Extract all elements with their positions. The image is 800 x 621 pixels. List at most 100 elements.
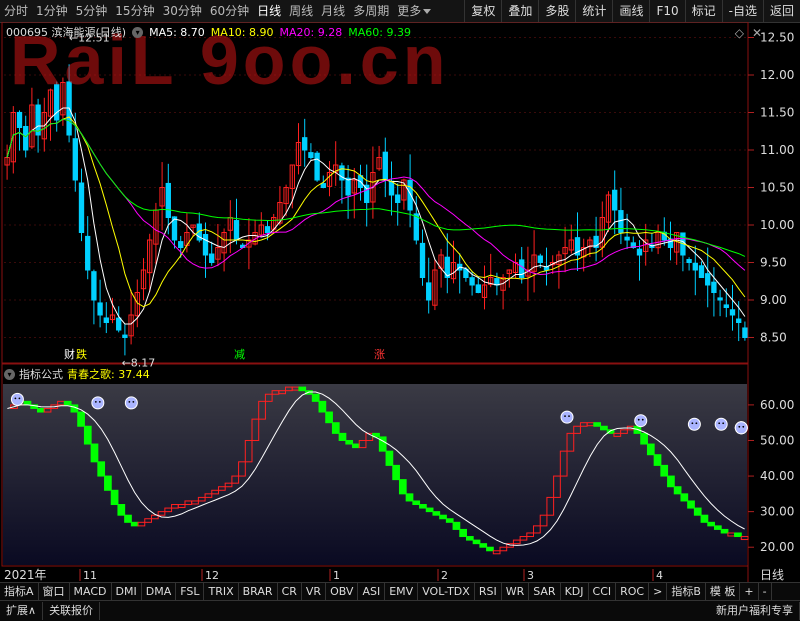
candle-body [475,284,481,293]
indicator-formula-title[interactable]: 指标公式 [19,366,63,382]
period-tab-3[interactable]: 15分钟 [111,0,158,22]
toolbar-button-2[interactable]: 多股 [538,0,575,22]
candle-body [537,255,543,263]
indicator-tab-20[interactable]: > [649,583,668,600]
candle-body [736,318,742,324]
indicator-tab-19[interactable]: ROC [616,583,650,600]
indicator-tab-12[interactable]: EMV [385,583,419,600]
candle-body [382,151,388,181]
period-tab-1[interactable]: 1分钟 [32,0,72,22]
period-tab-10[interactable]: 更多 [393,0,435,22]
status-item-0[interactable]: 扩展∧ [0,602,44,620]
period-tab-8[interactable]: 月线 [317,0,349,22]
indicator-tab-15[interactable]: WR [502,583,530,600]
indicator-tab-3[interactable]: DMI [112,583,142,600]
period-tab-7[interactable]: 周线 [285,0,317,22]
status-item-1[interactable]: 关联报价 [43,602,101,620]
face-eye [637,418,640,421]
indicator-block [693,507,702,516]
toolbar-button-5[interactable]: F10 [649,0,684,22]
candle-body [407,179,413,211]
candle-body [692,262,698,271]
diamond-icon[interactable]: ◇ [735,26,744,40]
indicator-block [640,432,648,445]
indicator-block [713,525,722,530]
candle-body [705,273,711,286]
face-eye [132,401,135,403]
indicator-block [673,486,682,495]
indicator-tab-22[interactable]: 模 板 [706,583,741,600]
indicator-tab-11[interactable]: ASI [358,583,386,600]
toolbar-button-4[interactable]: 画线 [612,0,649,22]
indicator-block [405,493,414,502]
indicator-tab-16[interactable]: SAR [529,583,561,600]
toolbar-button-1[interactable]: 叠加 [501,0,538,22]
indicator-tab-18[interactable]: CCI [589,583,617,600]
indicator-tab-1[interactable]: 窗口 [39,583,70,600]
month-label-5: 4 [656,569,663,582]
indicator-block [352,443,360,449]
toolbar-button-3[interactable]: 统计 [575,0,612,22]
indicator-tab-6[interactable]: TRIX [204,583,239,600]
year-label: 2021年 [4,568,47,582]
period-tab-6[interactable]: 日线 [253,0,285,22]
indicator-tab-10[interactable]: OBV [326,583,359,600]
indicator-tab-5[interactable]: FSL [176,583,205,600]
indicator-tab-23[interactable]: + [740,583,759,600]
indicator-menu-icon[interactable]: ▾ [4,368,15,380]
price-tick-label: 9.50 [760,256,787,270]
candle-body [711,281,717,293]
indicator-tab-9[interactable]: VR [302,583,327,600]
indicator-tab-24[interactable]: - [759,583,772,600]
period-tab-9[interactable]: 多周期 [349,0,393,22]
indicator-block [425,507,434,513]
face-eye [722,422,725,425]
face-icon [714,417,728,431]
indicator-tab-8[interactable]: CR [278,583,302,600]
indicator-block [392,464,400,481]
toolbar-button-6[interactable]: 标记 [684,0,722,22]
indicator-block [653,454,662,466]
indicator-tab-7[interactable]: BRAR [239,583,278,600]
indicator-block [398,479,407,495]
candle-body [686,259,692,263]
indicator-tab-17[interactable]: KDJ [561,583,589,600]
indicator-tab-2[interactable]: MACD [70,583,112,600]
indicator-block [23,400,32,406]
candle-body [308,152,314,158]
indicator-block [687,500,695,509]
toolbar-button-7[interactable]: -自选 [721,0,763,22]
ma-settings-icon[interactable]: ▾ [132,26,144,38]
candle-body [209,253,215,263]
toolbar-button-0[interactable]: 复权 [464,0,501,22]
indicator-tab-13[interactable]: VOL-TDX [418,583,475,600]
face-icon [734,421,748,435]
period-tab-0[interactable]: 分时 [0,0,32,22]
main-chart[interactable]: 8.50 9.00 9.50 10.00 10.50 11.00 11.50 12.00 12.… [0,22,800,582]
candle-body [16,111,23,128]
candle-body [388,180,395,196]
candle-body [302,137,308,151]
month-label-2: 1 [333,569,340,582]
indicator-tab-0[interactable]: 指标A [0,583,39,600]
toolbar-button-8[interactable]: 返回 [762,0,800,22]
face-eye [18,397,21,400]
close-icon[interactable]: ✕ [752,26,762,40]
candle-body [91,271,97,301]
candle-body [395,194,401,204]
status-item-2[interactable]: 新用户福利专享 [710,602,800,620]
indicator-block [318,400,327,413]
indicator-block [486,546,494,552]
period-tab-4[interactable]: 30分钟 [159,0,206,22]
candle-body [723,304,729,308]
ma-legend-2: MA20: 9.28 [279,25,343,39]
indicator-tab-4[interactable]: DMA [142,583,177,600]
indicator-block [667,475,675,488]
period-tab-2[interactable]: 5分钟 [72,0,112,22]
period-tab-5[interactable]: 60分钟 [206,0,253,22]
face-icon [10,392,24,406]
ma-legend-0: MA5: 8.70 [149,25,205,39]
indicator-tab-21[interactable]: 指标B [667,583,706,600]
candle-body [23,125,29,151]
indicator-tab-14[interactable]: RSI [475,583,502,600]
